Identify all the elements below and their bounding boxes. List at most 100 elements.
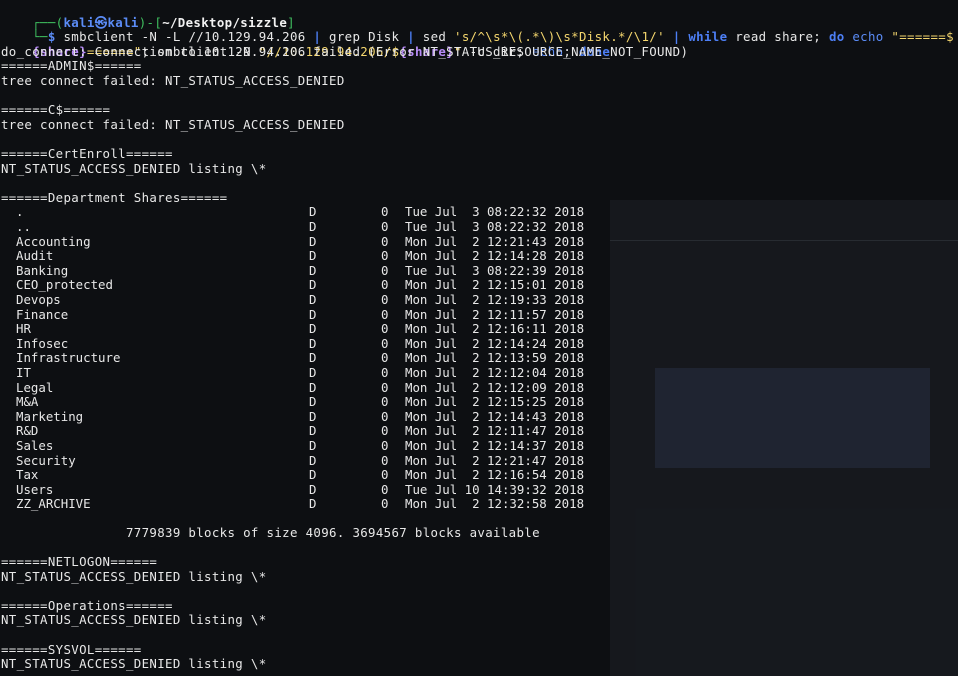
entry-type: D — [309, 438, 317, 453]
entry-name: Finance — [16, 306, 69, 322]
entry-type: D — [309, 204, 317, 220]
entry-size: 0 — [381, 365, 389, 380]
output-line: tree connect failed: NT_STATUS_ACCESS_DE… — [1, 73, 345, 88]
entry-type: D — [309, 335, 317, 351]
entry-date: Mon Jul 2 12:15:01 2018 — [405, 277, 585, 293]
entry-name: Security — [16, 452, 76, 468]
entry-type: D — [309, 233, 317, 249]
entry-size: 0 — [381, 438, 389, 453]
command-read: read — [727, 29, 767, 45]
entry-type: D — [309, 379, 317, 395]
share-header: ======C$====== — [1, 102, 111, 118]
entry-name: Infrastructure — [16, 350, 121, 366]
entry-type: D — [309, 394, 317, 410]
entry-size: 0 — [381, 350, 389, 366]
entry-size: 0 — [381, 219, 389, 234]
entry-name: Audit — [16, 248, 54, 264]
entry-type: D — [309, 292, 317, 307]
entry-date: Mon Jul 2 12:14:43 2018 — [405, 408, 585, 424]
entry-date: Tue Jul 3 08:22:32 2018 — [405, 219, 585, 234]
entry-size: 0 — [381, 467, 389, 483]
entry-name: .. — [16, 219, 31, 234]
entry-size: 0 — [381, 292, 389, 307]
entry-type: D — [309, 262, 317, 278]
entry-size: 0 — [381, 408, 389, 424]
entry-type: D — [309, 219, 317, 234]
entry-date: Mon Jul 2 12:15:25 2018 — [405, 394, 585, 410]
keyword-while: while — [680, 29, 728, 45]
echo-string-start: "======$ — [891, 29, 954, 45]
command-space — [665, 29, 673, 44]
keyword-do: do — [828, 29, 845, 45]
command-line-2: {share}======"; smbclient -N "//10.129.9… — [1, 30, 610, 59]
share-header: ======Department Shares====== — [1, 189, 228, 205]
entry-name: Tax — [16, 467, 39, 483]
entry-date: Mon Jul 2 12:12:09 2018 — [405, 379, 585, 395]
prompt-line: ┌──(kali㉿kali)-[~/Desktop/sizzle] — [1, 1, 295, 30]
output-line: NT_STATUS_ACCESS_DENIED listing \* — [1, 568, 267, 584]
share-header: ======NETLOGON====== — [1, 554, 158, 569]
entry-date: Mon Jul 2 12:11:47 2018 — [405, 423, 585, 439]
entry-date: Mon Jul 2 12:32:58 2018 — [405, 496, 585, 512]
entry-type: D — [309, 467, 317, 483]
entry-name: IT — [16, 365, 31, 380]
entry-size: 0 — [381, 423, 389, 439]
entry-date: Mon Jul 2 12:14:28 2018 — [405, 248, 585, 264]
share-header: ======SYSVOL====== — [1, 641, 142, 657]
entry-name: Infosec — [16, 335, 69, 351]
entry-name: R&D — [16, 423, 39, 439]
entry-name: Banking — [16, 262, 69, 278]
entry-size: 0 — [381, 496, 389, 512]
entry-name: ZZ_ARCHIVE — [16, 496, 91, 512]
entry-size: 0 — [381, 394, 389, 410]
entry-size: 0 — [381, 277, 389, 293]
entry-date: Mon Jul 2 12:11:57 2018 — [405, 306, 585, 322]
output-line: NT_STATUS_ACCESS_DENIED listing \* — [1, 160, 267, 176]
entry-name: HR — [16, 321, 31, 337]
entry-name: Accounting — [16, 233, 91, 249]
share-header: ======ADMIN$====== — [1, 58, 142, 74]
output-line: tree connect failed: NT_STATUS_ACCESS_DE… — [1, 116, 345, 132]
entry-size: 0 — [381, 481, 389, 497]
entry-name: Legal — [16, 379, 54, 395]
entry-date: Tue Jul 10 14:39:32 2018 — [405, 481, 585, 497]
entry-date: Tue Jul 3 08:22:39 2018 — [405, 262, 585, 278]
entry-date: Mon Jul 2 12:19:33 2018 — [405, 292, 585, 307]
entry-date: Mon Jul 2 12:21:47 2018 — [405, 452, 585, 468]
entry-size: 0 — [381, 321, 389, 337]
share-header: ======Operations====== — [1, 597, 173, 613]
command-echo: echo — [844, 29, 892, 45]
entry-size: 0 — [381, 248, 389, 264]
entry-name: Devops — [16, 292, 61, 307]
entry-date: Mon Jul 2 12:21:43 2018 — [405, 233, 585, 249]
entry-date: Mon Jul 2 12:14:24 2018 — [405, 335, 585, 351]
entry-name: Sales — [16, 438, 54, 453]
blocks-summary-line: 7779839 blocks of size 4096. 3694567 blo… — [1, 524, 540, 540]
entry-name: M&A — [16, 394, 39, 410]
output-line: NT_STATUS_ACCESS_DENIED listing \* — [1, 612, 267, 628]
entry-type: D — [309, 496, 317, 512]
entry-date: Mon Jul 2 12:16:11 2018 — [405, 321, 585, 337]
entry-date: Mon Jul 2 12:14:37 2018 — [405, 438, 585, 453]
entry-type: D — [309, 452, 317, 468]
entry-date: Mon Jul 2 12:13:59 2018 — [405, 350, 585, 366]
output-line: do_connect: Connection to 10.129.94.206 … — [1, 43, 689, 59]
entry-type: D — [309, 306, 317, 322]
entry-size: 0 — [381, 233, 389, 249]
command-line-1: └─$ smbclient -N -L //10.129.94.206 | gr… — [1, 16, 954, 44]
entry-date: Mon Jul 2 12:16:54 2018 — [405, 467, 585, 483]
entry-type: D — [309, 321, 317, 337]
entry-date: Mon Jul 2 12:12:04 2018 — [405, 365, 585, 380]
entry-size: 0 — [381, 335, 389, 351]
terminal-window[interactable]: ┌──(kali㉿kali)-[~/Desktop/sizzle] └─$ sm… — [0, 0, 958, 676]
entry-name: Marketing — [16, 408, 84, 424]
entry-type: D — [309, 365, 317, 380]
share-header: ======CertEnroll====== — [1, 146, 173, 161]
entry-name: Users — [16, 481, 54, 497]
entry-size: 0 — [381, 262, 389, 278]
entry-type: D — [309, 481, 317, 497]
command-segment: share; — [766, 29, 829, 45]
entry-type: D — [309, 423, 317, 439]
entry-size: 0 — [381, 379, 389, 395]
entry-size: 0 — [381, 306, 389, 322]
